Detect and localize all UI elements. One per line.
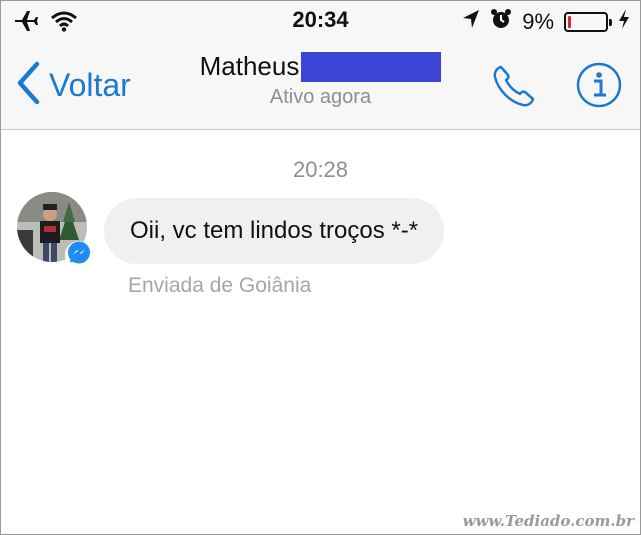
phone-icon (491, 65, 537, 113)
location-arrow-icon (462, 9, 480, 34)
contact-status: Ativo agora (269, 86, 372, 108)
navigation-bar: Voltar Matheus Ativo agora (1, 41, 640, 130)
charging-bolt-icon (618, 8, 630, 35)
info-button[interactable] (575, 61, 623, 114)
messenger-icon (67, 241, 91, 270)
redaction-box (301, 51, 442, 82)
alarm-clock-icon (490, 8, 512, 35)
call-button[interactable] (491, 63, 537, 114)
watermark: www.Tediado.com.br (462, 512, 634, 530)
message-text: Oii, vc tem lindos troços *-* (130, 217, 419, 244)
message-timestamp: 20:28 (292, 157, 349, 182)
info-icon (575, 62, 623, 113)
contact-name: Matheus (199, 51, 300, 81)
conversation-title: Matheus Ativo agora (1, 51, 640, 109)
messenger-chat-screen: 20:34 9% Voltar Matheus Ativo agora 20:2… (0, 0, 641, 535)
battery-level (568, 15, 571, 28)
status-bar: 20:34 9% (1, 1, 640, 41)
message-location-note: Enviada de Goiânia (128, 274, 312, 297)
message-bubble[interactable]: Oii, vc tem lindos troços *-* (104, 198, 445, 264)
battery-percent: 9% (522, 8, 554, 34)
messenger-badge (65, 241, 93, 269)
battery-icon (564, 11, 612, 32)
